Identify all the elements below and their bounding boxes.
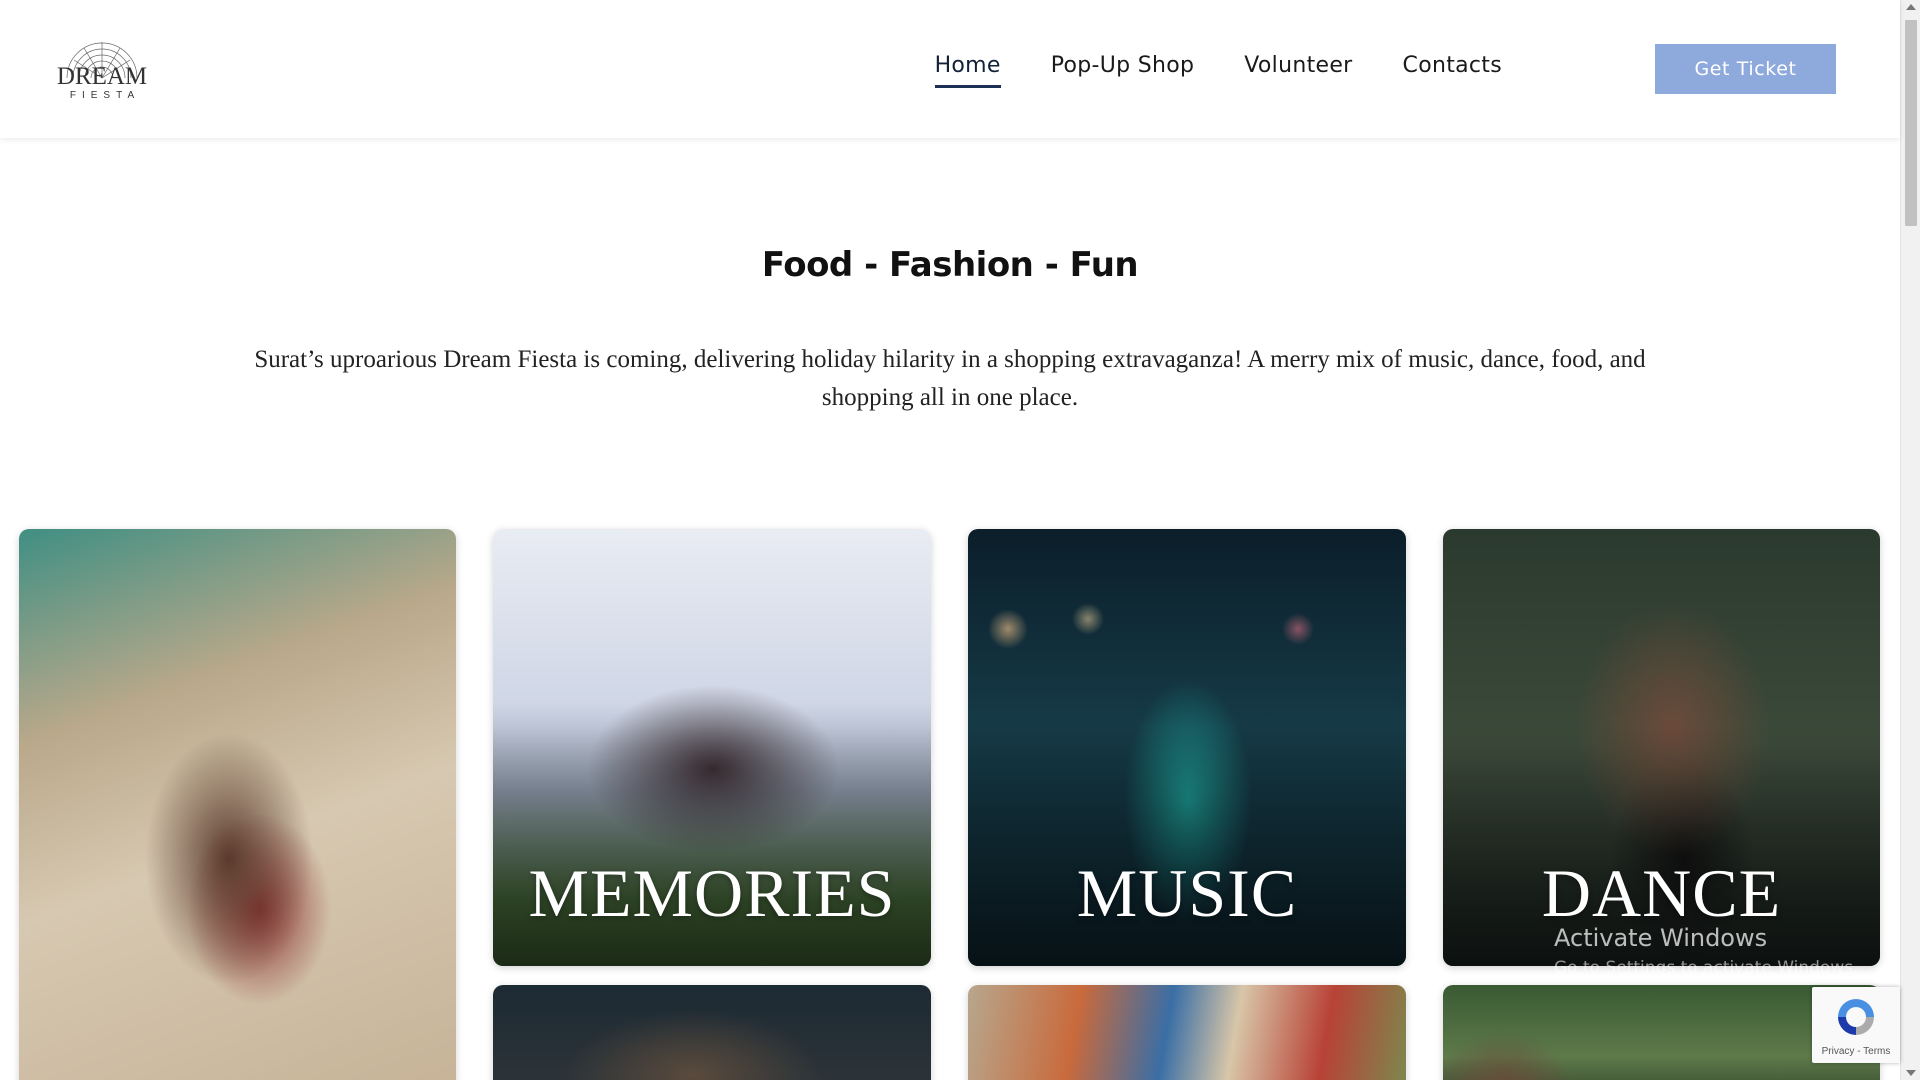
- logo-wordmark: DREAM: [56, 63, 148, 90]
- site-logo[interactable]: DREAM FIESTA: [52, 20, 152, 116]
- scroll-thumb[interactable]: [1905, 20, 1917, 226]
- page-scrollbar[interactable]: [1900, 0, 1920, 1080]
- activate-subtitle: Go to Settings to activate Windows.: [1554, 958, 1859, 978]
- gallery-card-music[interactable]: MUSIC: [968, 529, 1406, 966]
- intro-paragraph: Surat’s uproarious Dream Fiesta is comin…: [254, 346, 1646, 411]
- recaptcha-icon: [1838, 999, 1874, 1035]
- scroll-up-icon[interactable]: [1906, 4, 1916, 10]
- card-photo: [493, 985, 931, 1080]
- nav-pop-up-shop[interactable]: Pop-Up Shop: [1051, 53, 1195, 88]
- card-label-memories: MEMORIES: [528, 855, 896, 931]
- recaptcha-badge[interactable]: Privacy - Terms: [1812, 987, 1900, 1063]
- gallery-card-memories[interactable]: MEMORIES: [493, 529, 931, 966]
- scroll-down-icon[interactable]: [1906, 1070, 1916, 1076]
- get-ticket-button[interactable]: Get Ticket: [1655, 44, 1836, 94]
- logo-subtitle: FIESTA: [69, 90, 141, 101]
- nav-volunteer[interactable]: Volunteer: [1244, 53, 1352, 88]
- card-photo: [968, 985, 1406, 1080]
- gallery-card-dance[interactable]: DANCE: [1443, 529, 1880, 966]
- card-label-music: MUSIC: [1076, 855, 1298, 931]
- card-label-dance: DANCE: [1541, 855, 1782, 931]
- gallery-card-crowd[interactable]: [493, 985, 931, 1080]
- windows-activation-watermark: Activate Windows Go to Settings to activ…: [1554, 924, 1859, 978]
- gallery-card-painting[interactable]: [19, 529, 456, 1080]
- recaptcha-links[interactable]: Privacy - Terms: [1812, 1046, 1900, 1057]
- nav-home[interactable]: Home: [934, 53, 1001, 88]
- nav-contacts[interactable]: Contacts: [1403, 53, 1502, 88]
- activate-title: Activate Windows: [1554, 924, 1768, 952]
- card-photo: [19, 529, 456, 1080]
- main-nav: Home Pop-Up Shop Volunteer Contacts: [934, 53, 1502, 88]
- gallery-card-art[interactable]: [968, 985, 1406, 1080]
- page-headline: Food - Fashion - Fun: [761, 245, 1139, 285]
- site-header: DREAM FIESTA Home Pop-Up Shop Volunteer …: [0, 0, 1900, 138]
